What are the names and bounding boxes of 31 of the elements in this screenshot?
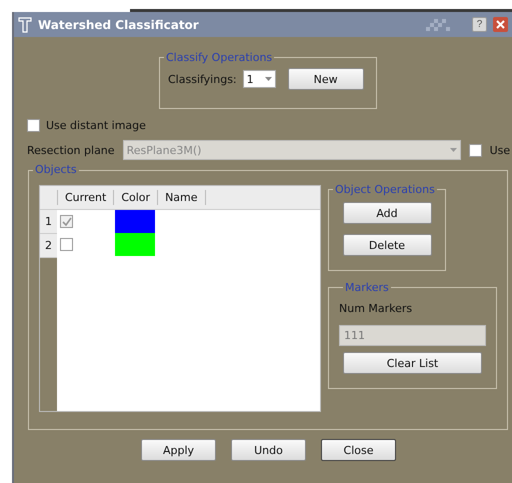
group-title: Classify Operations bbox=[165, 51, 274, 64]
pattern-icon bbox=[426, 18, 450, 30]
dialog-button[interactable]: Apply bbox=[141, 439, 216, 461]
window-title: Watershed Classificator bbox=[38, 18, 200, 32]
column-header[interactable]: Name bbox=[157, 190, 206, 205]
app-icon bbox=[18, 16, 32, 32]
clear-list-button[interactable]: Clear List bbox=[343, 352, 482, 374]
action-button[interactable]: Add bbox=[342, 202, 432, 224]
resection-plane-label: Resection plane bbox=[27, 144, 115, 156]
use-label: Use bbox=[490, 144, 510, 156]
classifyings-dropdown[interactable]: 1 bbox=[242, 70, 276, 88]
new-button[interactable]: New bbox=[288, 68, 364, 90]
checkbox[interactable] bbox=[60, 238, 73, 251]
checkbox-label: Use distant image bbox=[46, 119, 146, 132]
classifyings-label: Classifyings: bbox=[168, 72, 237, 86]
caret-icon bbox=[450, 148, 457, 152]
help-button[interactable]: ? bbox=[472, 17, 487, 32]
close-icon[interactable] bbox=[493, 17, 508, 32]
group-title: Objects bbox=[33, 163, 79, 176]
action-button[interactable]: Delete bbox=[342, 234, 432, 256]
group-title: Markers bbox=[344, 281, 390, 294]
caret-icon bbox=[264, 77, 272, 81]
color-swatch[interactable] bbox=[115, 233, 155, 256]
checkbox[interactable] bbox=[27, 119, 40, 132]
column-header[interactable]: Color bbox=[113, 190, 158, 205]
num-markers-label: Num Markers bbox=[339, 301, 414, 317]
dialog-button[interactable]: Close bbox=[321, 439, 396, 461]
row-header[interactable]: 2 bbox=[40, 234, 57, 258]
group-title: Object Operations bbox=[334, 183, 436, 196]
dialog-button[interactable]: Undo bbox=[231, 439, 306, 461]
column-header[interactable]: Current bbox=[57, 190, 114, 205]
